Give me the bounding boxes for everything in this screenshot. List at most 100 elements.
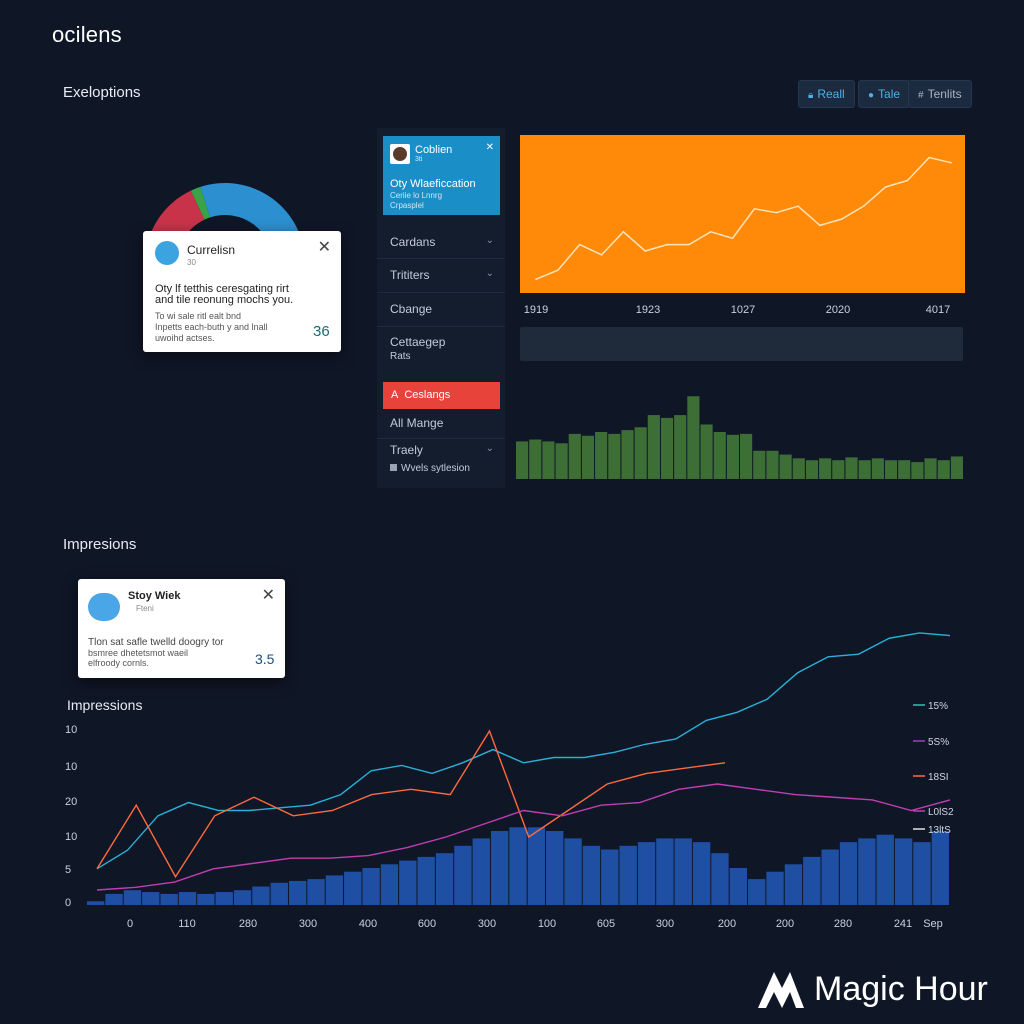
impressions-bar-8 bbox=[233, 890, 252, 905]
popup-line: Tlon sat safle twelld doogry tor bbox=[88, 637, 224, 648]
notice-subtitle: 3ti bbox=[415, 156, 423, 163]
notice-line: Oty Wlaeficcation bbox=[390, 178, 476, 190]
impressions-bar-44 bbox=[894, 838, 913, 905]
impressions-bar-26 bbox=[564, 838, 582, 905]
y-tick-label: 0 bbox=[65, 897, 71, 909]
impressions-bar-18 bbox=[417, 856, 435, 905]
impressions-bar-36 bbox=[748, 879, 766, 905]
impressions-bar-6 bbox=[197, 893, 215, 905]
popup-line: bsmree dhetetsmot waeil bbox=[88, 648, 189, 658]
popup-card-stoy-wiek[interactable]: Stoy Wiek Fteni ✕ Tlon sat safle twelld … bbox=[78, 579, 285, 678]
orange-point-5 bbox=[644, 250, 647, 252]
x-tick-label: 110 bbox=[178, 918, 196, 930]
green-bar-33 bbox=[950, 456, 963, 479]
green-bar-22 bbox=[805, 460, 819, 479]
sidebar-item-all-mange[interactable]: All Mange bbox=[390, 416, 500, 430]
green-bar-17 bbox=[740, 433, 753, 479]
notice-title: Coblien bbox=[415, 144, 453, 156]
section-title-exeloptions: Exeloptions bbox=[63, 84, 141, 101]
x-tick-label: Sep bbox=[923, 918, 943, 930]
sidebar-item-ceslangs[interactable]: A Ceslangs bbox=[383, 382, 500, 409]
y-tick-label: 20 bbox=[65, 796, 77, 808]
orange-point-18 bbox=[928, 156, 930, 159]
impressions-bar-4 bbox=[160, 893, 178, 905]
impressions-bar-20 bbox=[454, 845, 472, 905]
orange-area-chart: 1919 1923 1027 2020 4017 bbox=[520, 135, 965, 316]
dot-icon: ● bbox=[868, 90, 875, 101]
green-bar-27 bbox=[871, 458, 884, 479]
sidebar-item-cettaegep[interactable]: Cettaegep Rats bbox=[390, 335, 500, 362]
green-bar-9 bbox=[634, 427, 647, 479]
impressions-bar-13 bbox=[325, 875, 344, 905]
notice-line: Crpasplel bbox=[390, 201, 424, 210]
sidebar-item-cardans[interactable]: Cardans ⌄ bbox=[390, 235, 500, 249]
x-tick-label: 1923 bbox=[636, 304, 660, 316]
impressions-bar-46 bbox=[931, 831, 949, 905]
avatar bbox=[155, 241, 179, 265]
popup-title: Stoy Wiek bbox=[128, 590, 181, 602]
x-tick-label: 1027 bbox=[731, 304, 755, 316]
x-tick-label: 280 bbox=[239, 918, 257, 930]
green-bar-12 bbox=[674, 415, 687, 479]
impressions-bar-12 bbox=[307, 879, 325, 905]
green-bar-5 bbox=[581, 435, 595, 479]
magic-hour-logo-icon bbox=[758, 972, 804, 1008]
green-bar-11 bbox=[660, 417, 674, 479]
square-icon bbox=[390, 464, 397, 471]
sidebar-item-cbange[interactable]: Cbange bbox=[390, 302, 500, 316]
impressions-bar-35 bbox=[729, 868, 748, 905]
impressions-bar-0 bbox=[87, 901, 105, 905]
impressions-bar-25 bbox=[546, 831, 564, 905]
popup-line: Inpetts each-buth y and lnall bbox=[155, 322, 268, 332]
orange-point-8 bbox=[709, 231, 712, 233]
orange-point-0 bbox=[535, 278, 537, 280]
y-tick-label: 10 bbox=[65, 761, 77, 773]
impressions-bar-16 bbox=[380, 864, 399, 905]
x-tick-label: 0 bbox=[127, 918, 133, 930]
green-bar-8 bbox=[621, 430, 634, 479]
x-tick-label: 280 bbox=[834, 918, 852, 930]
impressions-bar-28 bbox=[601, 849, 619, 905]
impressions-bar-41 bbox=[839, 842, 858, 905]
legend-label: L0lS2 bbox=[928, 807, 954, 818]
popup-line: To wi sale ritl ealt bnd bbox=[155, 311, 242, 321]
orange-point-4 bbox=[622, 231, 625, 233]
hash-icon: # bbox=[918, 90, 924, 101]
toolbar-button-tale[interactable]: ● Tale bbox=[858, 80, 911, 108]
legend-label: 15% bbox=[928, 701, 948, 712]
close-icon[interactable]: ✕ bbox=[486, 142, 494, 153]
green-bar-1 bbox=[529, 439, 542, 479]
orange-point-16 bbox=[884, 186, 887, 188]
x-tick-label: 400 bbox=[359, 918, 377, 930]
close-icon[interactable]: ✕ bbox=[318, 237, 331, 257]
orange-point-19 bbox=[950, 161, 952, 164]
cloud-icon bbox=[88, 593, 120, 621]
orange-point-1 bbox=[557, 269, 559, 271]
toolbar-button-reall[interactable]: 🔒︎ Reall bbox=[798, 80, 855, 108]
x-tick-label: 2020 bbox=[826, 304, 850, 316]
legend-label: 18SI bbox=[928, 772, 949, 783]
toolbar-button-tenlits[interactable]: # Tenlits bbox=[908, 80, 972, 108]
green-bar-15 bbox=[713, 432, 726, 479]
impressions-bar-3 bbox=[142, 892, 160, 905]
green-bar-13 bbox=[687, 396, 700, 479]
notice-card[interactable]: Coblien 3ti ✕ Oty Wlaeficcation Ceriie l… bbox=[383, 136, 500, 215]
green-bar-14 bbox=[700, 424, 713, 479]
green-bar-18 bbox=[753, 450, 766, 479]
impressions-bar-42 bbox=[858, 838, 876, 905]
close-icon[interactable]: ✕ bbox=[262, 585, 275, 605]
chevron-down-icon: ⌄ bbox=[485, 235, 494, 246]
section-title-impresions: Impresions bbox=[63, 536, 137, 553]
x-tick-label: 200 bbox=[776, 918, 794, 930]
sidebar-item-trititers[interactable]: Trititers ⌄ bbox=[390, 268, 500, 282]
legend-label: 13ltS bbox=[928, 825, 951, 836]
sidebar-item-traely[interactable]: Traely ⌄ Wvels sytlesion bbox=[390, 443, 500, 474]
impressions-bar-33 bbox=[692, 842, 711, 905]
impressions-bar-2 bbox=[123, 890, 142, 905]
green-bar-3 bbox=[555, 443, 568, 479]
popup-card-currelisn[interactable]: Currelisn 30 ✕ Oty lf tetthis ceresgatin… bbox=[143, 231, 341, 352]
impressions-bar-45 bbox=[913, 842, 931, 905]
popup-line: and tile reonung mochs you. bbox=[155, 294, 294, 306]
chevron-down-icon: ⌄ bbox=[485, 443, 494, 454]
x-tick-label: 4017 bbox=[926, 304, 950, 316]
